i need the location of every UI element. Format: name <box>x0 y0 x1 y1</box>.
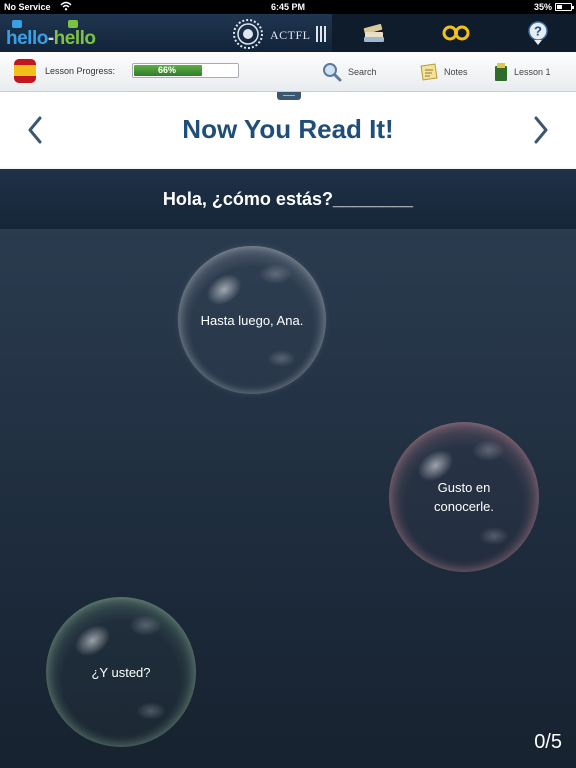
next-button[interactable] <box>526 114 556 146</box>
brand-area: hello-hello ACTFL <box>0 14 332 52</box>
app-header: hello-hello ACTFL ? <box>0 14 576 52</box>
answer-bubble[interactable]: ¿Y usted? <box>46 597 196 747</box>
play-area: Hasta luego, Ana. Gusto en conocerle. ¿Y… <box>0 229 576 768</box>
lesson-progress-label: Lesson Progress: <box>45 66 116 76</box>
spain-flag-icon[interactable] <box>14 59 36 83</box>
lesson-label: Lesson 1 <box>514 67 551 77</box>
drawer-handle[interactable] <box>277 92 301 100</box>
status-bar: No Service 6:45 PM 35% <box>0 0 576 14</box>
prompt-sentence: Hola, ¿cómo estás?________ <box>162 189 414 209</box>
notes-icon <box>420 63 438 81</box>
battery-icon <box>555 3 574 11</box>
books-icon <box>363 23 384 42</box>
actfl-label: ACTFL <box>270 28 311 42</box>
lesson-progress-bar: 66% <box>132 63 239 78</box>
glasses-button[interactable] <box>416 14 496 52</box>
answer-bubble-label: Gusto en conocerle. <box>434 480 494 514</box>
page-title: Now You Read It! <box>182 114 394 144</box>
score-counter: 0/5 <box>534 731 562 753</box>
search-icon <box>323 63 342 82</box>
books-button[interactable] <box>334 14 414 52</box>
lesson-bar: Lesson Progress: 66% Search Notes Lesson… <box>0 52 576 92</box>
search-label: Search <box>348 67 377 77</box>
answer-bubble-label: Hasta luego, Ana. <box>200 312 304 328</box>
glasses-icon <box>442 25 470 41</box>
prompt-bar: Hola, ¿cómo estás?________ <box>0 169 576 229</box>
answer-bubble-label: ¿Y usted? <box>91 664 151 680</box>
book-icon <box>495 63 507 81</box>
help-button[interactable]: ? <box>498 14 576 52</box>
actfl-seal-icon <box>233 19 263 49</box>
lesson-button[interactable]: Lesson 1 <box>494 60 551 84</box>
notes-label: Notes <box>444 67 468 77</box>
battery-percent: 35% <box>533 2 552 12</box>
notes-button[interactable]: Notes <box>420 60 468 84</box>
svg-text:?: ? <box>534 24 542 39</box>
answer-bubble[interactable]: Hasta luego, Ana. <box>178 246 326 394</box>
speech-bubble-icon <box>12 20 22 28</box>
logo-text: hello-hello <box>6 28 96 49</box>
actfl-bars-icon <box>316 26 326 42</box>
speech-bubble-icon <box>68 20 78 28</box>
search-button[interactable]: Search <box>322 60 377 84</box>
lesson-progress-value: 66% <box>157 65 176 75</box>
answer-bubble[interactable]: Gusto en conocerle. <box>389 422 539 572</box>
chevron-right-icon <box>534 116 548 144</box>
help-icon: ? <box>528 21 548 45</box>
clock: 6:45 PM <box>270 2 305 12</box>
title-bar: Now You Read It! <box>0 92 576 169</box>
